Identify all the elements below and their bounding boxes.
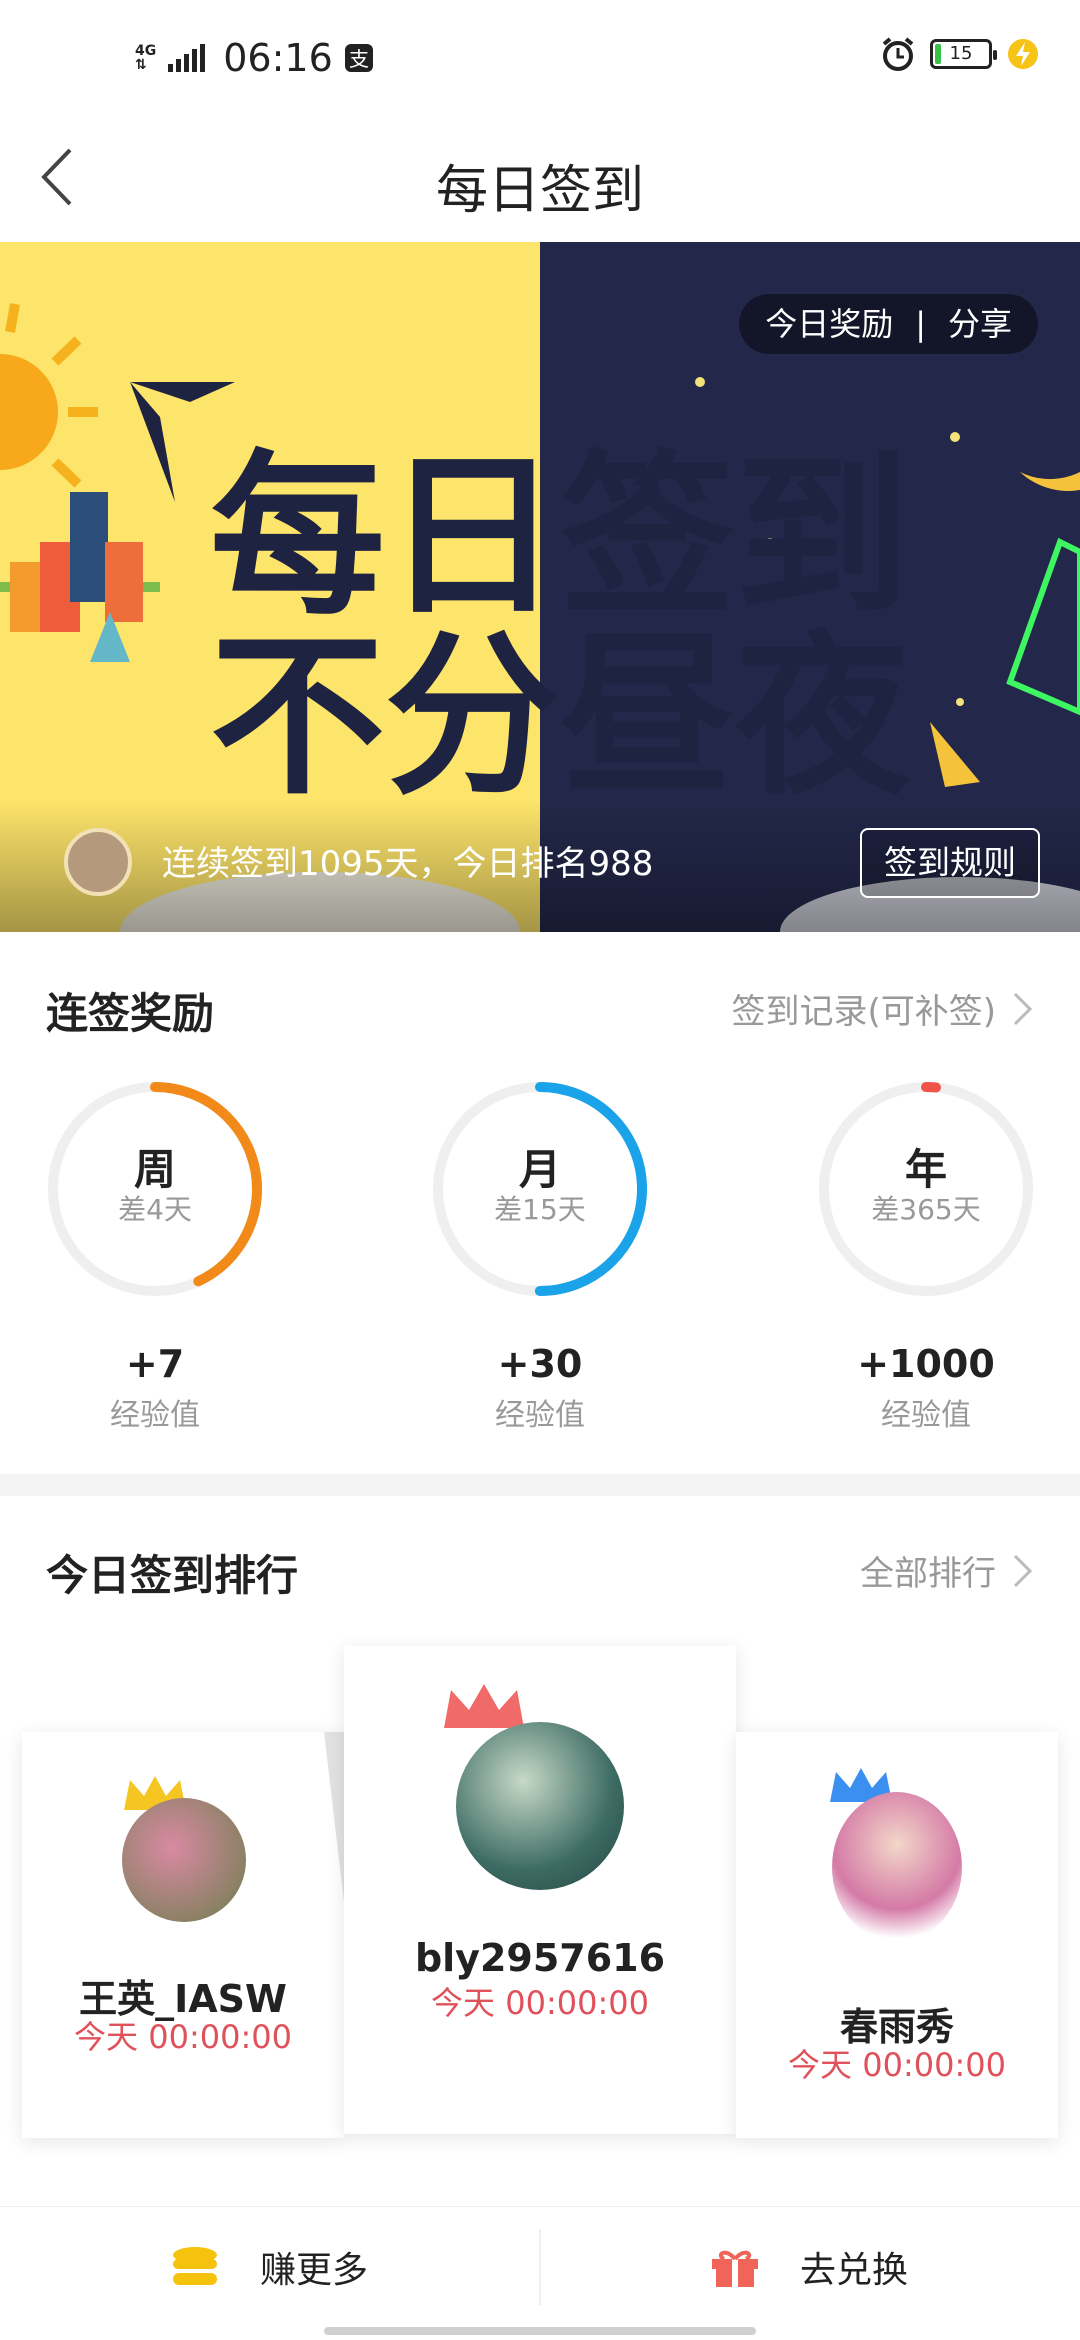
record-link-label: 签到记录(可补签) (731, 992, 996, 1032)
rules-button[interactable]: 签到规则 (860, 828, 1040, 898)
share-link[interactable]: 分享 (948, 294, 1012, 354)
city-skyline-icon (0, 492, 160, 662)
rank-card-1[interactable]: bly2957616 今天 00:00:00 (344, 1646, 736, 2134)
avatar-bly2957616[interactable] (456, 1722, 624, 1890)
gift-icon (712, 2250, 758, 2287)
banner-headline-line2: 不分昼夜 (210, 616, 911, 819)
nav-header: 每日签到 (0, 120, 1080, 242)
home-indicator (324, 2327, 756, 2335)
rank-user-time: 今天 00:00:00 (74, 2018, 292, 2056)
chevron-right-icon (1013, 992, 1033, 1025)
earn-more-button[interactable]: 赚更多 (170, 2241, 368, 2293)
user-avatar[interactable] (64, 828, 132, 896)
bottom-divider (539, 2229, 541, 2305)
all-ranking-link[interactable]: 全部排行 (860, 1546, 1034, 1595)
pay-icon: 支 (344, 44, 373, 72)
exchange-button[interactable]: 去兑换 (710, 2241, 908, 2293)
bottom-action-bar: 赚更多 去兑换 (0, 2206, 1080, 2340)
rank-user-time: 今天 00:00:00 (431, 1984, 649, 2022)
checkin-banner: 每日签到 不分昼夜 今日奖励 | 分享 连续签到1095天，今日排名988 签到… (0, 242, 1080, 932)
signal-icon (168, 44, 206, 72)
rank-card-2[interactable]: 王英_IASW 今天 00:00:00 (22, 1732, 344, 2138)
ring-remaining: 差15天 (494, 1193, 586, 1226)
exchange-label: 去兑换 (800, 2250, 909, 2291)
battery-icon: 15 (930, 39, 997, 69)
banner-headline-line1: 每日签到 (210, 436, 910, 639)
streak-text: 连续签到1095天，今日排名988 (162, 844, 654, 884)
rank-card-3[interactable]: 春雨秀 今天 00:00:00 (736, 1732, 1058, 2138)
avatar-wangying[interactable] (122, 1798, 246, 1922)
reward-unit: 经验值 (495, 1398, 585, 1433)
charging-icon (1008, 39, 1038, 69)
earn-more-label: 赚更多 (260, 2250, 369, 2291)
network-indicator: 4G ⇅ (135, 43, 157, 73)
reward-value: +7 (125, 1342, 185, 1386)
card-fold-left (324, 1732, 344, 1902)
status-left: 4G ⇅ 06:16 支 (135, 36, 375, 80)
svg-text:支: 支 (349, 47, 369, 71)
moon-icon (1020, 352, 1080, 491)
streak-rewards-section: 连签奖励 签到记录(可补签) 周差4天 +7 经验值月差15天 +30 经验值年差365… (0, 932, 1080, 1474)
all-ranking-label: 全部排行 (860, 1554, 996, 1594)
status-right: 15 (880, 36, 1040, 72)
section-divider (0, 1474, 1080, 1496)
today-reward-link[interactable]: 今日奖励 (765, 294, 893, 354)
banner-actions: 今日奖励 | 分享 (739, 294, 1038, 354)
reward-unit: 经验值 (881, 1398, 971, 1433)
checkin-record-link[interactable]: 签到记录(可补签) (731, 984, 1034, 1033)
ring-remaining: 差4天 (118, 1193, 192, 1226)
status-bar: 4G ⇅ 06:16 支 15 (0, 0, 1080, 120)
rank-user-name: bly2957616 (414, 1936, 666, 1980)
coins-icon (173, 2247, 217, 2285)
reward-value: +30 (497, 1342, 583, 1386)
sun-icon (0, 303, 98, 488)
neon-sign-icon (1006, 537, 1080, 716)
ring-remaining: 差365天 (871, 1193, 981, 1226)
action-separator: | (915, 305, 926, 343)
avatar-chunyuxiu[interactable] (832, 1792, 962, 1942)
chevron-right-icon (1013, 1554, 1033, 1587)
clock-time: 06:16 (223, 36, 333, 80)
page-title: 每日签到 (435, 161, 644, 221)
section-title: 连签奖励 (46, 989, 215, 1038)
section-title: 今日签到排行 (46, 1551, 299, 1600)
reward-unit: 经验值 (110, 1398, 200, 1433)
reward-value: +1000 (857, 1342, 995, 1386)
alarm-icon (882, 37, 914, 71)
ranking-section: 今日签到排行 全部排行 王英_IASW 今天 00:00:00 bly29576… (0, 1496, 1080, 2206)
rank-user-time: 今天 00:00:00 (788, 2046, 1006, 2084)
